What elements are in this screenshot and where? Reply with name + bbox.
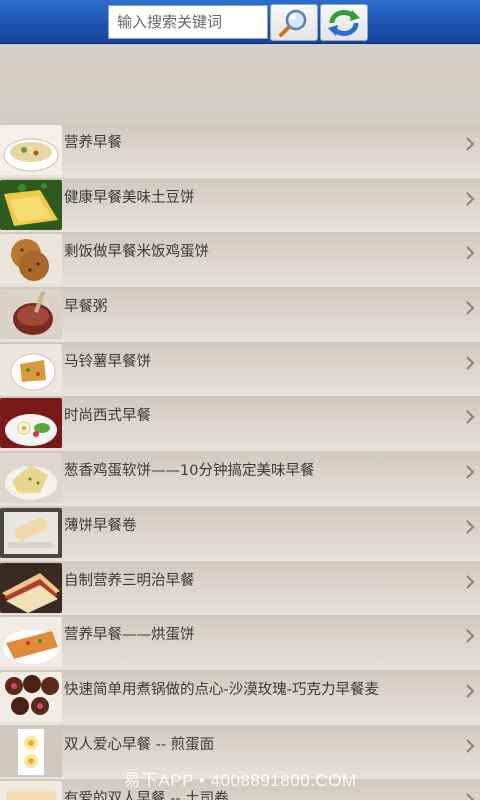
list-item[interactable]: 健康早餐美味土豆饼 (0, 177, 480, 233)
recipe-title: 自制营养三明治早餐 (64, 572, 195, 589)
list-item[interactable]: 营养早餐 (0, 123, 480, 178)
search-button[interactable] (270, 4, 318, 41)
list-item[interactable]: 双人爱心早餐 -- 煎蛋面 (0, 724, 480, 780)
recipe-title: 营养早餐——烘蛋饼 (64, 627, 195, 644)
chevron-right-icon (464, 792, 476, 800)
chevron-right-icon (464, 738, 476, 754)
recipe-thumbnail (0, 234, 62, 285)
list-item[interactable]: 剩饭做早餐米饭鸡蛋饼 (0, 232, 480, 288)
list-item[interactable]: 薄饼早餐卷 (0, 505, 480, 561)
recipe-thumbnail (0, 125, 62, 175)
chevron-right-icon (464, 464, 476, 480)
list-item[interactable]: 快速简单用煮锅做的点心-沙漠玫瑰-巧克力早餐麦 (0, 669, 480, 725)
recipe-title: 薄饼早餐卷 (64, 517, 137, 534)
chevron-right-icon (464, 136, 476, 152)
list-item[interactable]: 早餐粥 (0, 287, 480, 342)
recipe-thumbnail (0, 507, 62, 558)
chevron-right-icon (464, 519, 476, 535)
list-item[interactable]: 马铃薯早餐饼 (0, 341, 480, 397)
list-item[interactable]: 葱香鸡蛋软饼——10分钟搞定美味早餐 (0, 451, 480, 506)
recipe-thumbnail (0, 781, 62, 800)
refresh-icon (328, 9, 360, 36)
banner-area (0, 45, 480, 123)
recipe-thumbnail (0, 671, 62, 722)
recipe-thumbnail (0, 289, 62, 340)
search-input[interactable] (108, 5, 268, 39)
recipe-title: 双人爱心早餐 -- 煎蛋面 (64, 736, 215, 753)
recipe-title: 健康早餐美味土豆饼 (64, 189, 195, 206)
recipe-title: 剩饭做早餐米饭鸡蛋饼 (64, 244, 209, 261)
top-toolbar (0, 0, 480, 44)
recipe-thumbnail (0, 343, 62, 394)
recipe-thumbnail (0, 179, 62, 230)
chevron-right-icon (464, 628, 476, 644)
recipe-thumbnail (0, 617, 62, 668)
recipe-title: 快速简单用煮锅做的点心-沙漠玫瑰-巧克力早餐麦 (64, 681, 379, 698)
chevron-right-icon (464, 683, 476, 699)
chevron-right-icon (464, 191, 476, 207)
chevron-right-icon (464, 409, 476, 425)
recipe-list: 营养早餐健康早餐美味土豆饼 剩饭做早餐米饭鸡蛋饼 早餐粥马铃薯早餐饼 时尚西式早餐葱香… (0, 123, 480, 800)
chevron-right-icon (464, 574, 476, 590)
recipe-title: 早餐粥 (64, 299, 108, 316)
magnifier-icon (279, 9, 307, 37)
chevron-right-icon (464, 245, 476, 261)
list-item[interactable]: 时尚西式早餐 (0, 396, 480, 452)
refresh-button[interactable] (320, 4, 368, 41)
list-item[interactable]: 自制营养三明治早餐 (0, 560, 480, 616)
recipe-title: 马铃薯早餐饼 (64, 353, 151, 370)
recipe-thumbnail (0, 398, 62, 449)
recipe-thumbnail (0, 562, 62, 613)
recipe-title: 葱香鸡蛋软饼——10分钟搞定美味早餐 (64, 463, 315, 480)
recipe-thumbnail (0, 453, 62, 504)
recipe-title: 有爱的双人早餐 -- 土司卷 (64, 791, 229, 800)
list-item[interactable]: 营养早餐——烘蛋饼 (0, 615, 480, 670)
recipe-title: 营养早餐 (64, 135, 122, 151)
chevron-right-icon (464, 355, 476, 371)
recipe-title: 时尚西式早餐 (64, 408, 151, 425)
recipe-thumbnail (0, 726, 62, 777)
chevron-right-icon (464, 300, 476, 316)
list-item[interactable]: 有爱的双人早餐 -- 土司卷 (0, 779, 480, 800)
